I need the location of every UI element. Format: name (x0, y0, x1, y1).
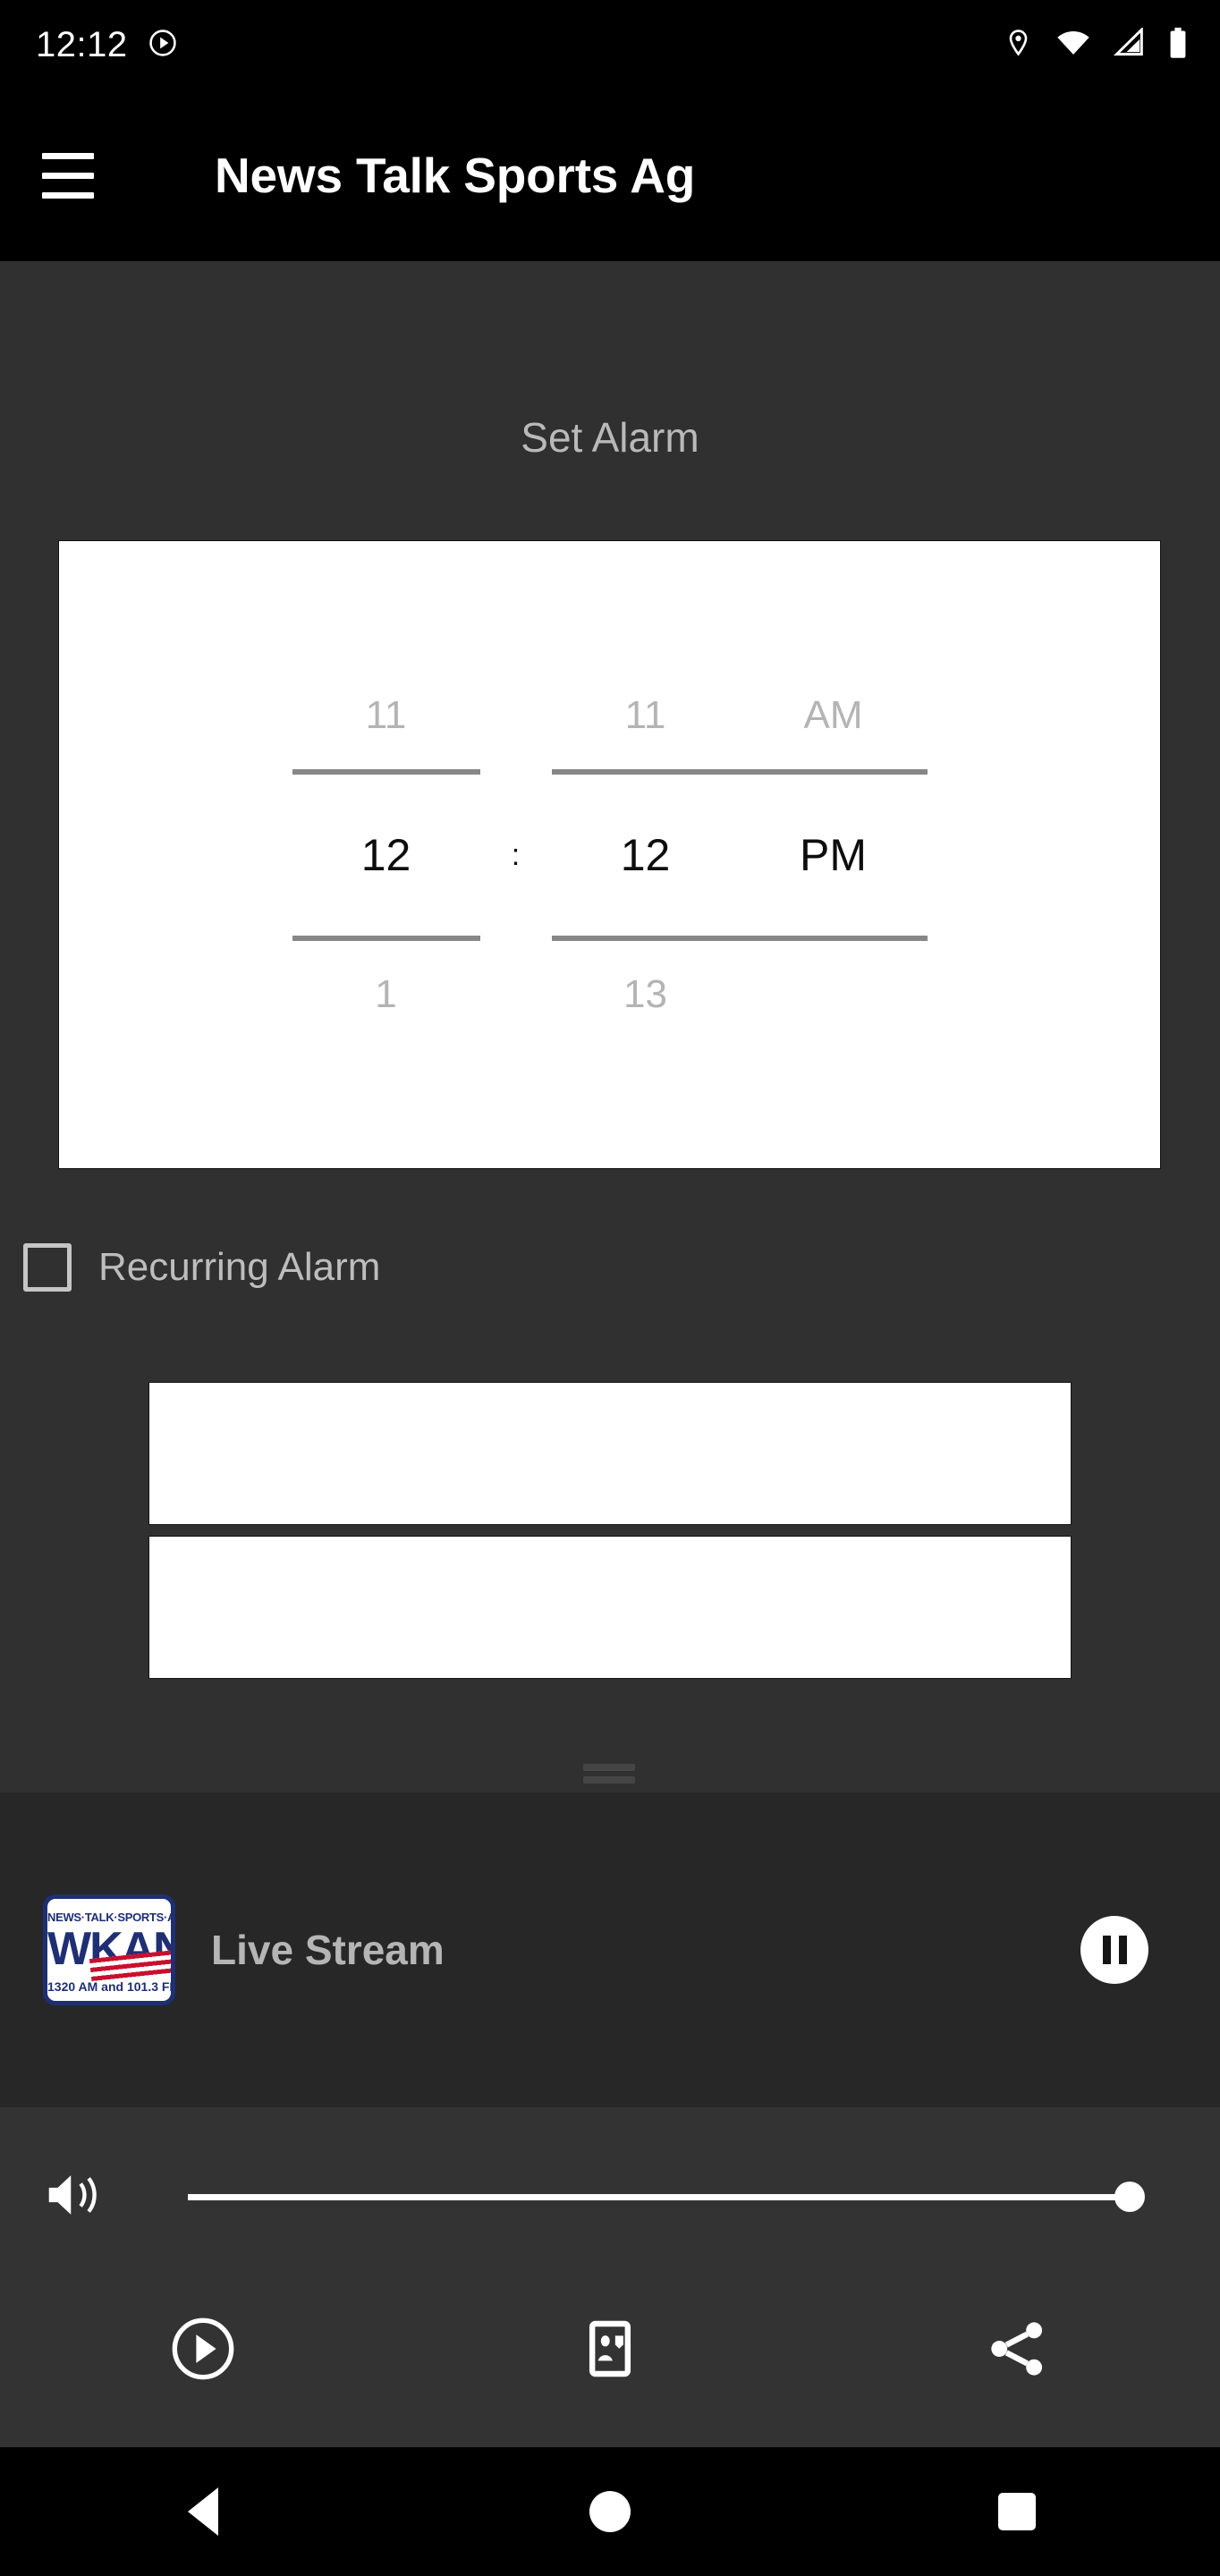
action-row (0, 2286, 1220, 2411)
home-circle (589, 2491, 631, 2532)
meridiem-selected-value[interactable]: PM (800, 775, 867, 936)
station-logo-frequencies: 1320 AM and 101.3 FM (47, 1979, 175, 1994)
alarm-blank-box-2[interactable] (148, 1536, 1072, 1679)
player-bar: NEWS·TALK·SPORTS·AG WKAN 1320 AM and 101… (0, 1792, 1220, 2107)
time-separator-column: : (480, 662, 552, 1048)
bottom-sheet-drag-handle[interactable] (583, 1764, 635, 1784)
recurring-alarm-checkbox[interactable] (23, 1243, 72, 1292)
app-bar: News Talk Sports Ag (0, 89, 1220, 261)
wifi-icon (1056, 28, 1090, 62)
volume-row (0, 2143, 1220, 2250)
hamburger-bar (42, 152, 94, 159)
back-icon[interactable] (0, 2487, 407, 2536)
hamburger-menu-icon[interactable] (27, 152, 109, 199)
battery-icon (1168, 27, 1188, 64)
player-controls (0, 2107, 1220, 2447)
volume-slider[interactable] (188, 2182, 1145, 2212)
meridiem-picker-column[interactable]: AM PM (739, 662, 928, 1048)
back-triangle (188, 2487, 219, 2536)
status-bar-right (1004, 26, 1188, 64)
separator-rule-bottom (480, 936, 552, 941)
station-logo: NEWS·TALK·SPORTS·AG WKAN 1320 AM and 101… (43, 1894, 175, 2005)
cell-signal-icon (1113, 26, 1145, 62)
phone-screen: 12: 12 News Talk Sports Ag Set Alarm 11 1… (0, 0, 1220, 2576)
system-navigation-bar (0, 2447, 1220, 2576)
time-picker-card[interactable]: 11 12 1 : 11 12 13 AM PM (58, 540, 1161, 1169)
status-bar-left: 12:12 (36, 25, 178, 65)
station-logo-tagline: NEWS·TALK·SPORTS·AG (47, 1911, 175, 1924)
recents-square (997, 2493, 1036, 2530)
hour-selected-value[interactable]: 12 (361, 775, 411, 936)
time-separator: : (511, 837, 521, 872)
hour-next-value[interactable]: 1 (375, 941, 396, 1048)
recurring-alarm-label: Recurring Alarm (98, 1245, 381, 1289)
drag-handle-bar (583, 1776, 635, 1784)
drag-handle-bar (583, 1764, 635, 1771)
home-icon[interactable] (407, 2491, 814, 2532)
page-title: News Talk Sports Ag (215, 148, 696, 203)
now-playing-title: Live Stream (211, 1927, 445, 1973)
hour-previous-value[interactable]: 11 (366, 662, 407, 769)
contact-card-icon[interactable] (407, 2318, 814, 2380)
hour-picker-column[interactable]: 11 12 1 (292, 662, 480, 1048)
pause-bar (1102, 1936, 1111, 1964)
share-icon[interactable] (813, 2316, 1220, 2382)
location-pin-icon (1004, 28, 1033, 62)
status-clock: 12:12 (36, 24, 128, 64)
volume-up-icon[interactable] (41, 2168, 106, 2226)
play-circle-icon (148, 28, 178, 63)
alarm-blank-box-1[interactable] (148, 1382, 1072, 1525)
play-circle-icon[interactable] (0, 2315, 407, 2383)
minute-picker-column[interactable]: 11 12 13 (551, 662, 740, 1048)
meridiem-rule-bottom (739, 935, 928, 941)
minute-previous-value[interactable]: 11 (625, 662, 666, 769)
recents-icon[interactable] (813, 2493, 1220, 2530)
status-bar: 12:12 (0, 0, 1220, 89)
time-picker-columns: 11 12 1 : 11 12 13 AM PM (59, 541, 1160, 1168)
minute-next-value[interactable]: 13 (623, 941, 667, 1048)
recurring-alarm-row[interactable]: Recurring Alarm (23, 1243, 380, 1292)
pause-bar (1118, 1936, 1127, 1964)
hamburger-bar (42, 191, 94, 199)
meridiem-previous-value[interactable]: AM (804, 662, 863, 769)
volume-slider-thumb[interactable] (1114, 2182, 1145, 2212)
minute-selected-value[interactable]: 12 (621, 775, 671, 936)
pause-icon[interactable] (1080, 1916, 1148, 1984)
set-alarm-heading: Set Alarm (521, 414, 699, 461)
hamburger-bar (42, 172, 94, 179)
